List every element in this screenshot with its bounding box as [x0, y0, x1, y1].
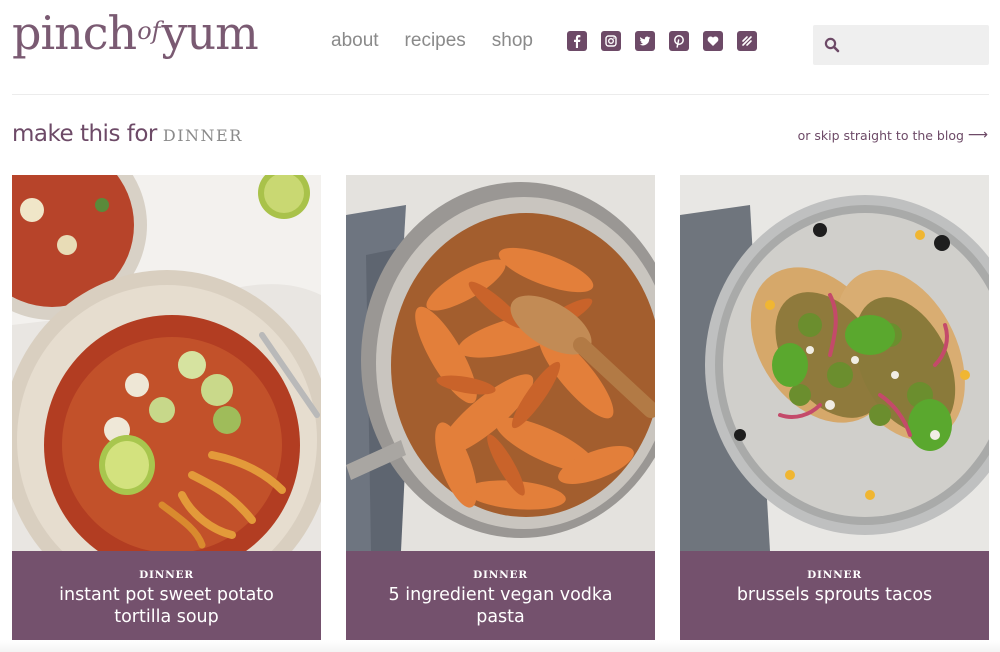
recipe-card-caption: DINNER 5 ingredient vegan vodka pasta [346, 551, 655, 640]
recipe-title[interactable]: brussels sprouts tacos [719, 584, 950, 606]
social-links [567, 31, 757, 51]
recipe-title[interactable]: instant pot sweet potato tortilla soup [12, 584, 321, 628]
twitter-icon[interactable] [635, 31, 655, 51]
section-heading: make this for DINNER [12, 121, 243, 147]
recipe-photo-tortilla-soup [12, 175, 321, 551]
recipe-category: DINNER [473, 569, 528, 581]
search-input[interactable] [847, 25, 987, 65]
recipe-card-tortilla-soup[interactable]: DINNER instant pot sweet potato tortilla… [12, 175, 321, 640]
logo-word-of: of [137, 17, 161, 45]
search-icon[interactable] [823, 36, 841, 54]
nav-link-about[interactable]: about [331, 30, 379, 52]
bloglovin-icon[interactable] [703, 31, 723, 51]
feed-icon[interactable] [737, 31, 757, 51]
logo-word-left: pinch [12, 6, 137, 60]
recipe-card-brussels-sprouts-tacos[interactable]: DINNER brussels sprouts tacos [680, 175, 989, 640]
arrow-right-icon: ⟶ [967, 127, 988, 143]
nav-link-recipes[interactable]: recipes [405, 30, 466, 52]
pinterest-icon[interactable] [669, 31, 689, 51]
header-divider [12, 94, 989, 95]
recipe-card-caption: DINNER brussels sprouts tacos [680, 551, 989, 640]
page-bottom-edge [0, 640, 1000, 652]
recipe-card-caption: DINNER instant pot sweet potato tortilla… [12, 551, 321, 640]
main-nav: about recipes shop [331, 30, 533, 52]
search-box [813, 25, 989, 65]
facebook-icon[interactable] [567, 31, 587, 51]
logo-word-right: yum [161, 6, 259, 60]
instagram-icon[interactable] [601, 31, 621, 51]
skip-to-blog-label: or skip straight to the blog [797, 127, 964, 143]
nav-link-shop[interactable]: shop [492, 30, 533, 52]
section-heading-category: DINNER [162, 126, 243, 145]
recipe-category: DINNER [139, 569, 194, 581]
recipe-photo-vodka-pasta [346, 175, 655, 551]
skip-to-blog-link[interactable]: or skip straight to the blog ⟶ [798, 127, 988, 143]
section-heading-main: make this for [12, 121, 157, 147]
recipe-card-vodka-pasta[interactable]: DINNER 5 ingredient vegan vodka pasta [346, 175, 655, 640]
site-header: pinch of yum about recipes shop [0, 0, 1000, 94]
recipe-category: DINNER [807, 569, 862, 581]
recipe-photo-brussels-sprouts-tacos [680, 175, 989, 551]
site-logo[interactable]: pinch of yum [12, 6, 259, 70]
recipe-title[interactable]: 5 ingredient vegan vodka pasta [346, 584, 655, 628]
